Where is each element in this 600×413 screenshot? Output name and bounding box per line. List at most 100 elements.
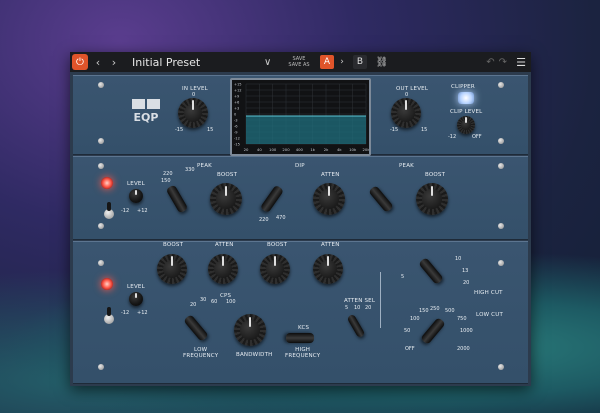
peak-right-boost-knob[interactable]: [416, 183, 448, 215]
clip-level-max-tick: OFF: [472, 134, 482, 140]
in-level-knob[interactable]: [178, 98, 208, 128]
atten-sel-lever[interactable]: [346, 313, 366, 339]
dip-freq-lever[interactable]: [259, 184, 285, 214]
freq-tick-label: 1k: [310, 147, 315, 152]
atten-sel-label: ATTEN SEL: [344, 298, 376, 304]
in-level-min-tick: -15: [175, 127, 184, 133]
peak-left-boost-knob[interactable]: [210, 183, 242, 215]
high-frequency-label: HIGH FREQUENCY: [285, 347, 321, 359]
boost1-label: BOOST: [163, 242, 184, 248]
clip-level-label: CLIP LEVEL: [450, 109, 483, 115]
power-led: [101, 177, 113, 189]
low-frequency-label: LOW FREQUENCY: [183, 347, 219, 359]
db-tick-label: -3: [234, 119, 238, 123]
b-compare-button[interactable]: B: [353, 55, 367, 69]
low-atten-knob[interactable]: [208, 254, 238, 284]
level-max-tick-bottom: +12: [137, 310, 148, 316]
clip-level-knob[interactable]: [457, 116, 475, 134]
screw-icon: [498, 82, 504, 88]
high-cut-label: HIGH CUT: [474, 290, 503, 296]
freq-tick-label: 400: [296, 147, 304, 152]
freq-tick-label: 2k: [324, 147, 329, 152]
screw-icon: [98, 82, 104, 88]
level-knob-bottom[interactable]: [129, 292, 143, 306]
level-label-bottom: LEVEL: [127, 284, 145, 290]
hamburger-icon[interactable]: ☰: [513, 54, 529, 70]
power-led-bottom: [101, 278, 113, 290]
db-tick-label: -9: [234, 131, 238, 135]
screw-icon: [498, 163, 504, 169]
bypass-toggle-bottom[interactable]: [104, 307, 114, 324]
low-cut-tick: 150: [419, 308, 429, 314]
screw-icon: [98, 260, 104, 266]
db-tick-label: +3: [234, 107, 239, 111]
bandwidth-knob[interactable]: [234, 314, 266, 346]
atten-sel-tick: 20: [365, 305, 372, 311]
boost2-label: BOOST: [267, 242, 288, 248]
peak-right-label: PEAK: [399, 163, 414, 169]
level-label: LEVEL: [127, 181, 145, 187]
db-tick-label: +6: [234, 101, 240, 105]
high-frequency-lever[interactable]: [286, 333, 314, 343]
a-compare-button[interactable]: A: [320, 55, 334, 69]
low-cut-tick: 750: [457, 316, 467, 322]
copy-arrow-icon[interactable]: ›: [337, 57, 347, 67]
low-cut-label: LOW CUT: [476, 312, 504, 318]
power-icon[interactable]: ⏻: [72, 54, 88, 70]
low-cut-tick: 250: [430, 306, 440, 312]
peak-right-boost-label: BOOST: [425, 172, 446, 178]
level-min-tick: -12: [121, 208, 130, 214]
out-level-knob[interactable]: [391, 98, 421, 128]
undo-icon[interactable]: ↶: [486, 57, 494, 68]
peak-freq-right-lever[interactable]: [368, 185, 394, 213]
atten1-label: ATTEN: [215, 242, 234, 248]
screw-icon: [498, 223, 504, 229]
eq-curve-fill: [246, 116, 366, 144]
clip-level-min-tick: -12: [448, 134, 457, 140]
db-tick-label: 0: [234, 113, 237, 117]
link-icon[interactable]: ⛓: [375, 55, 389, 69]
atten-sel-tick: 5: [345, 305, 349, 311]
high-cut-tick: 10: [455, 256, 462, 262]
prev-preset-arrow-icon[interactable]: ‹: [92, 56, 104, 69]
cps-tick: 20: [190, 302, 197, 308]
dip-tick: 220: [259, 217, 269, 223]
low-cut-lever[interactable]: [420, 317, 446, 345]
db-tick-label: -15: [234, 143, 240, 147]
cps-tick: 60: [211, 299, 218, 305]
low-cut-tick: 1000: [460, 328, 473, 334]
preset-name[interactable]: Initial Preset: [132, 56, 264, 69]
next-preset-arrow-icon[interactable]: ›: [108, 56, 120, 69]
redo-icon[interactable]: ↷: [499, 57, 507, 68]
save-buttons: SAVE SAVE AS: [284, 56, 314, 68]
out-level-label: OUT LEVEL: [396, 86, 429, 92]
db-tick-label: -6: [234, 125, 238, 129]
peak-left-tick: 220: [163, 171, 173, 177]
dip-label: DIP: [295, 163, 305, 169]
peak-left-tick: 330: [185, 167, 195, 173]
screw-icon: [98, 163, 104, 169]
dip-atten-knob[interactable]: [313, 183, 345, 215]
save-as-button[interactable]: SAVE AS: [284, 62, 314, 68]
level-knob[interactable]: [129, 189, 143, 203]
screw-icon: [498, 138, 504, 144]
low-frequency-lever[interactable]: [183, 314, 209, 342]
dip-tick: 470: [276, 215, 286, 221]
preset-dropdown-chevron-icon[interactable]: ∨: [264, 57, 278, 68]
atten2-label: ATTEN: [321, 242, 340, 248]
high-cut-lever[interactable]: [418, 257, 444, 285]
peak-freq-left-lever[interactable]: [165, 184, 189, 214]
high-cut-tick: 5: [401, 274, 405, 280]
eqp-logo: EQP: [131, 98, 161, 124]
peak-left-tick: 150: [161, 178, 171, 184]
peak-left-boost-label: BOOST: [217, 172, 238, 178]
high-atten-knob[interactable]: [313, 254, 343, 284]
low-cut-tick: 50: [404, 328, 411, 334]
bypass-toggle[interactable]: [104, 202, 114, 219]
out-level-max-tick: 15: [421, 127, 428, 133]
high-cut-tick: 20: [463, 280, 470, 286]
low-boost-knob[interactable]: [157, 254, 187, 284]
high-boost-knob[interactable]: [260, 254, 290, 284]
level-max-tick: +12: [137, 208, 148, 214]
clipper-button[interactable]: [458, 92, 474, 104]
